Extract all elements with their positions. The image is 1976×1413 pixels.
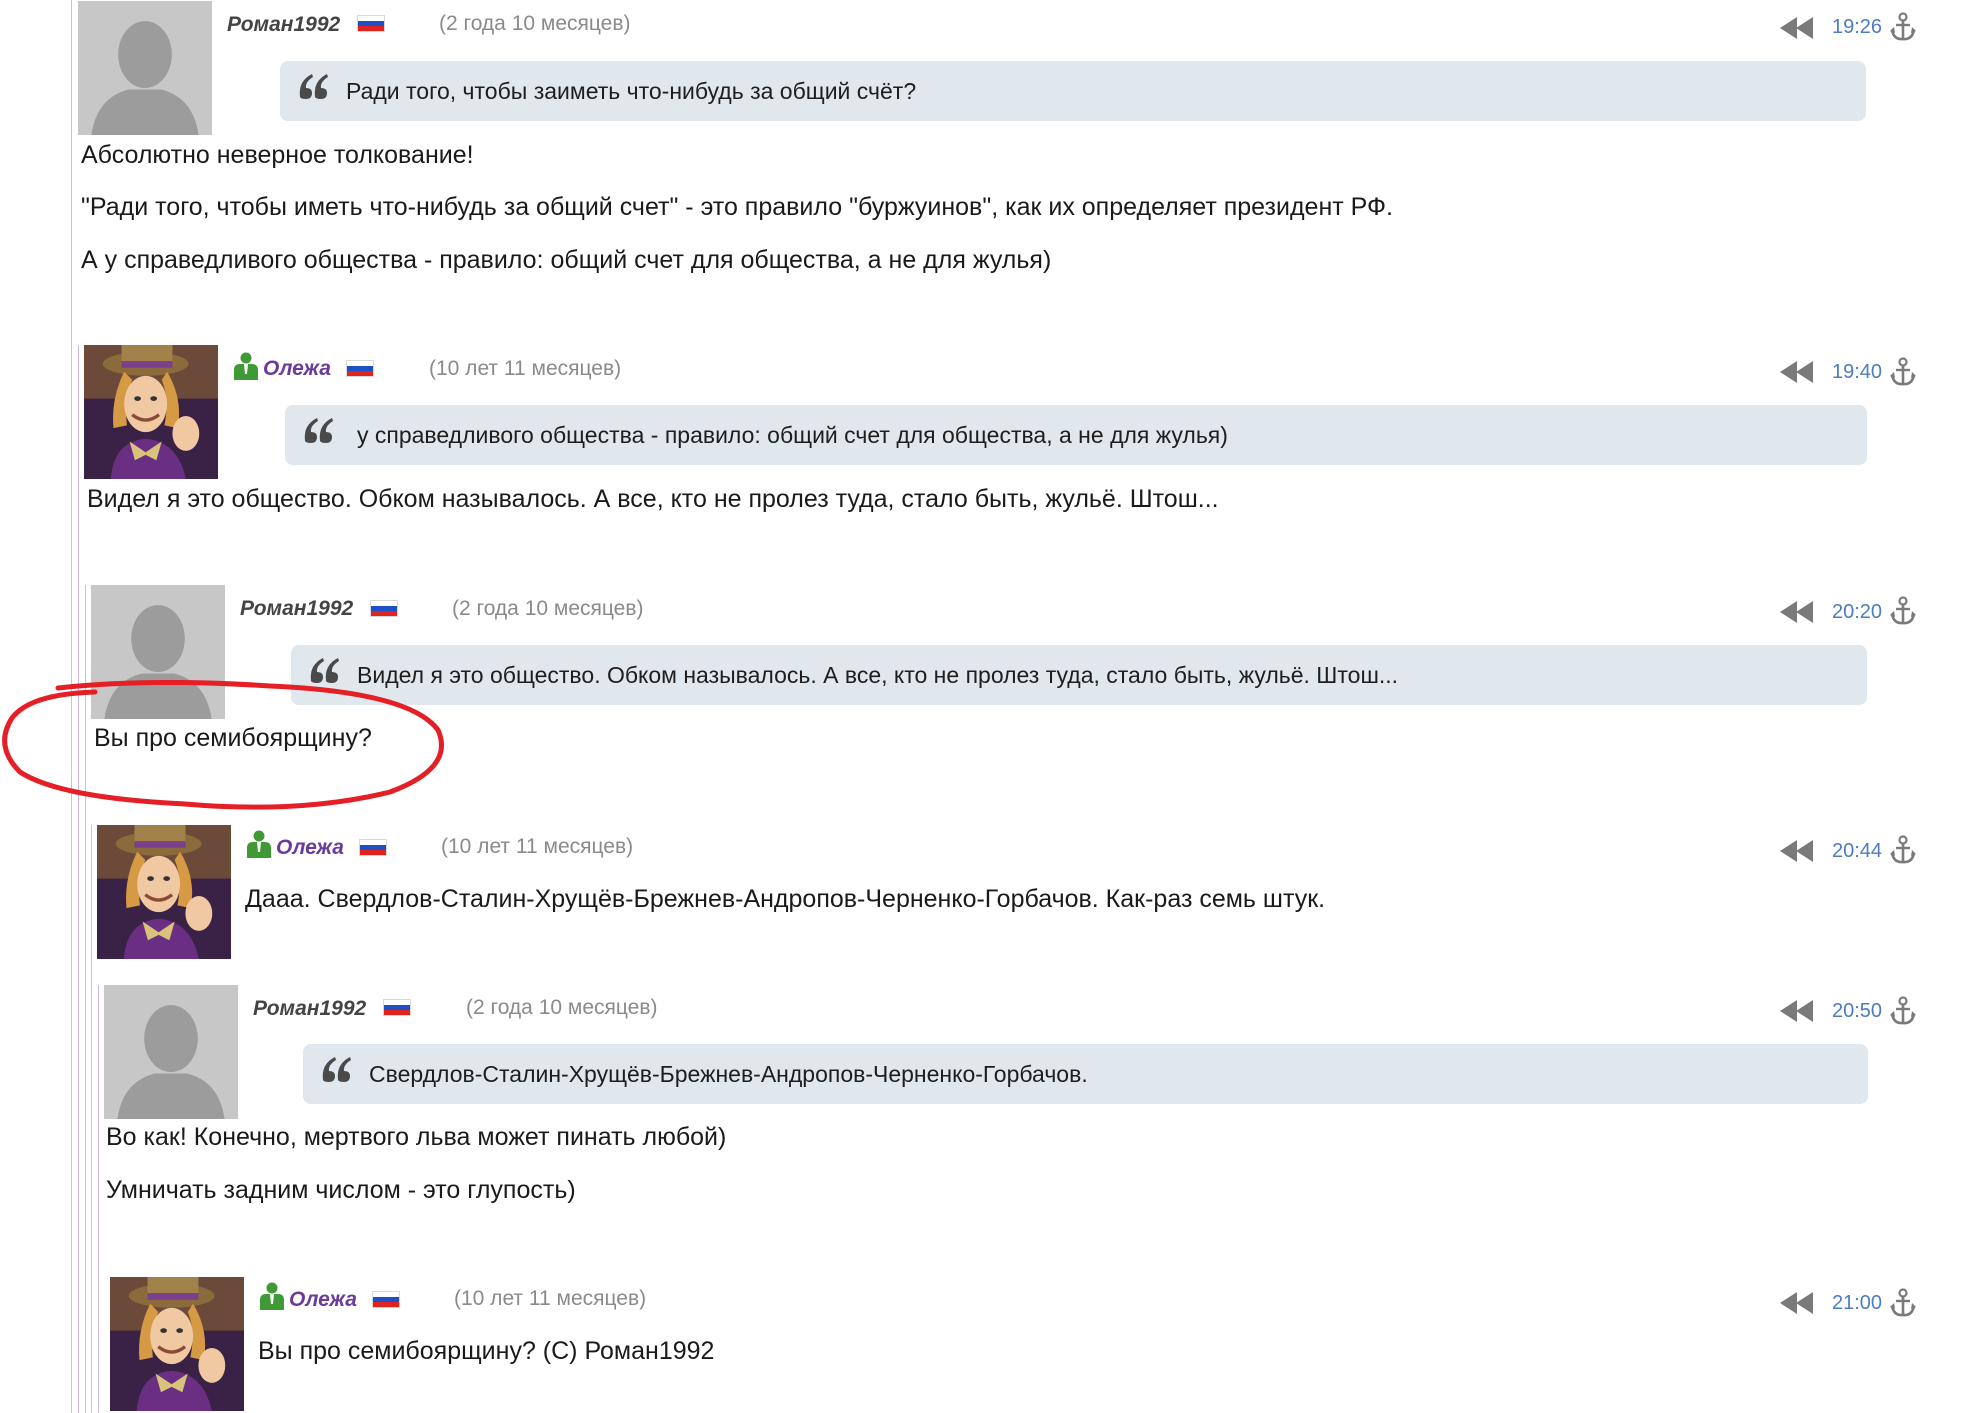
anchor-icon[interactable]: [1889, 357, 1917, 387]
comment-paragraph: Во как! Конечно, мертвого льва может пин…: [106, 1123, 727, 1151]
avatar[interactable]: [97, 825, 231, 959]
rewind-icon[interactable]: [1778, 1290, 1816, 1316]
thread-line: [98, 985, 99, 1413]
comment-time[interactable]: 20:50: [1832, 997, 1882, 1025]
comment-paragraph: А у справедливого общества - правило: об…: [81, 246, 1052, 274]
account-age: (10 лет 11 месяцев): [441, 835, 634, 858]
account-age: (2 года 10 месяцев): [439, 12, 631, 35]
quote-text: Свердлов-Сталин-Хрущёв-Брежнев-Андропов-…: [369, 1061, 1088, 1087]
author-name[interactable]: Роман1992: [227, 11, 340, 39]
rewind-icon[interactable]: [1778, 838, 1816, 864]
comment-paragraph: "Ради того, чтобы иметь что-нибудь за об…: [81, 193, 1393, 221]
comment-paragraph: Вы про семибоярщину? (С) Роман1992: [258, 1337, 715, 1365]
anchor-icon[interactable]: [1889, 996, 1917, 1026]
comment-time[interactable]: 20:44: [1832, 837, 1882, 865]
rewind-icon[interactable]: [1778, 15, 1816, 41]
anchor-icon[interactable]: [1889, 1288, 1917, 1318]
user-icon: [233, 352, 259, 380]
quote-icon: [301, 413, 337, 447]
anchor-icon[interactable]: [1889, 596, 1917, 626]
author-name[interactable]: Олежа: [276, 834, 344, 862]
quote-block: у справедливого общества - правило: общи…: [285, 405, 1867, 465]
quote-text: Видел я это общество. Обком называлось. …: [357, 662, 1399, 688]
comment-paragraph: Дааа. Свердлов-Сталин-Хрущёв-Брежнев-Анд…: [245, 885, 1326, 913]
russia-flag-icon: [346, 360, 374, 377]
avatar[interactable]: [84, 345, 218, 479]
russia-flag-icon: [383, 999, 411, 1016]
comment-time[interactable]: 21:00: [1832, 1289, 1882, 1317]
account-age: (10 лет 11 месяцев): [454, 1287, 647, 1310]
user-icon: [259, 1282, 285, 1310]
quote-text: у справедливого общества - правило: общи…: [357, 422, 1228, 448]
avatar[interactable]: [110, 1277, 244, 1411]
comment-paragraph: Умничать задним числом - это глупость): [106, 1176, 576, 1204]
author-name[interactable]: Роман1992: [240, 595, 353, 623]
account-age: (2 года 10 месяцев): [452, 597, 644, 620]
comment-time[interactable]: 19:40: [1832, 358, 1882, 386]
comment-paragraph: Абсолютно неверное толкование!: [81, 141, 474, 169]
avatar[interactable]: [104, 985, 238, 1119]
quote-icon: [296, 69, 332, 103]
russia-flag-icon: [359, 839, 387, 856]
account-age: (2 года 10 месяцев): [466, 996, 658, 1019]
account-age: (10 лет 11 месяцев): [429, 357, 622, 380]
rewind-icon[interactable]: [1778, 599, 1816, 625]
quote-block: Ради того, чтобы заиметь что-нибудь за о…: [280, 61, 1866, 121]
author-name[interactable]: Роман1992: [253, 995, 366, 1023]
thread-line: [71, 0, 72, 1413]
quote-text: Ради того, чтобы заиметь что-нибудь за о…: [346, 78, 917, 104]
thread-line: [91, 825, 92, 1413]
quote-icon: [319, 1052, 355, 1086]
avatar[interactable]: [91, 585, 225, 719]
author-name[interactable]: Олежа: [289, 1286, 357, 1314]
anchor-icon[interactable]: [1889, 835, 1917, 865]
thread-line: [78, 345, 79, 1413]
quote-block: Видел я это общество. Обком называлось. …: [291, 645, 1867, 705]
quote-block: Свердлов-Сталин-Хрущёв-Брежнев-Андропов-…: [303, 1044, 1868, 1104]
thread-line: [85, 585, 86, 1413]
rewind-icon[interactable]: [1778, 998, 1816, 1024]
russia-flag-icon: [370, 600, 398, 617]
anchor-icon[interactable]: [1889, 12, 1917, 42]
russia-flag-icon: [372, 1291, 400, 1308]
comment-paragraph: Вы про семибоярщину?: [94, 724, 372, 752]
comment-paragraph: Видел я это общество. Обком называлось. …: [87, 485, 1219, 513]
russia-flag-icon: [357, 15, 385, 32]
author-name[interactable]: Олежа: [263, 355, 331, 383]
quote-icon: [307, 653, 343, 687]
rewind-icon[interactable]: [1778, 359, 1816, 385]
comment-time[interactable]: 19:26: [1832, 13, 1882, 41]
user-icon: [246, 830, 272, 858]
comment-time[interactable]: 20:20: [1832, 598, 1882, 626]
avatar[interactable]: [78, 1, 212, 135]
